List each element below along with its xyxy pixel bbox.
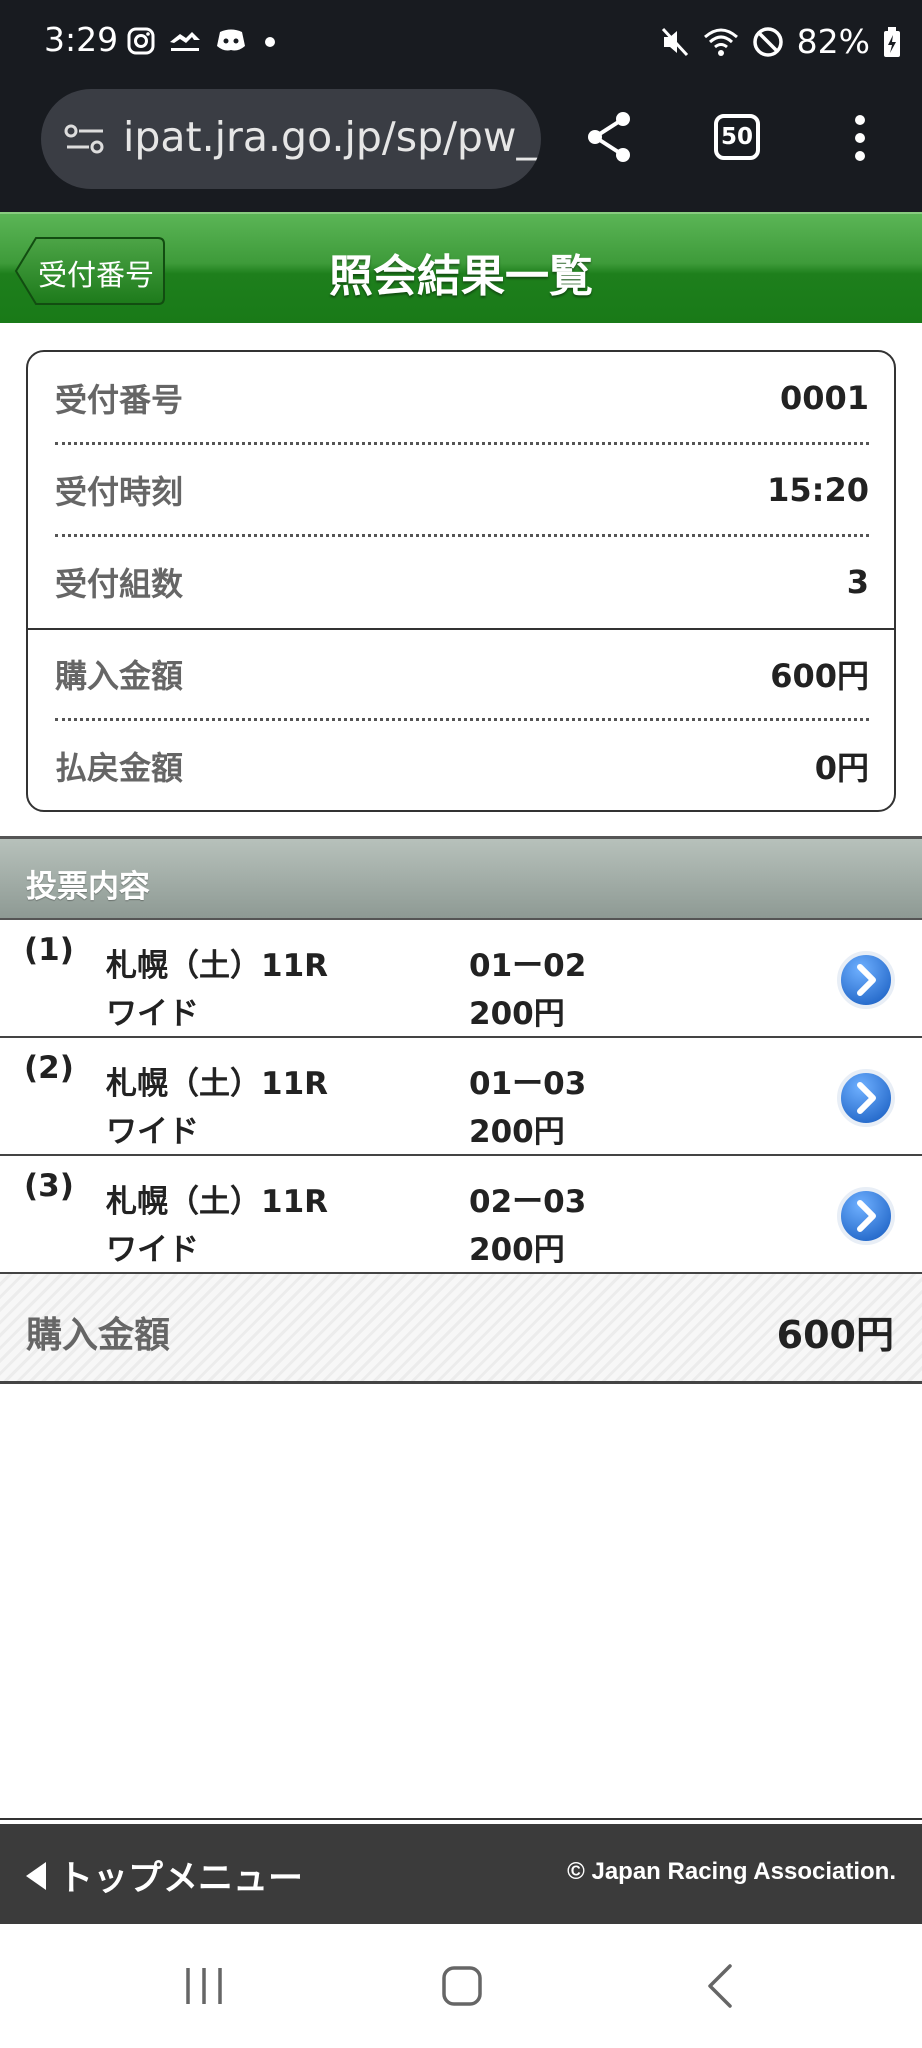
recent-apps-icon[interactable] [182,1964,226,2008]
chevron-right-icon[interactable] [836,1068,896,1128]
dot-icon [265,37,275,47]
battery-percent: 82% [796,22,870,61]
vote-amount: 200円 [469,996,565,1032]
chevron-right-icon[interactable] [836,950,896,1010]
more-options-icon[interactable] [848,114,872,162]
info-row-payout-amount: 払戻金額 0円 [55,749,869,787]
receipt-info-box: 受付番号 0001 受付時刻 15:20 受付組数 3 購入金額 600円 払戻… [26,350,896,812]
status-time: 3:29 [44,20,119,59]
total-label: 購入金額 [26,1315,171,1356]
vote-number: (2) [24,1050,74,1086]
vote-item[interactable]: (2) 札幌（土）11R ワイド 01ー03 200円 [0,1038,922,1156]
copyright: © Japan Racing Association. [567,1858,896,1885]
vote-number: (3) [24,1168,74,1204]
address-bar[interactable]: ipat.jra.go.jp/sp/pw_75 [41,89,541,189]
vote-content-header: 投票内容 [0,836,922,920]
discord-icon [217,29,245,51]
top-menu-link[interactable]: トップメニュー [24,1850,303,1901]
total-summary: 購入金額 600円 [0,1274,922,1384]
dnd-icon [752,26,783,57]
footer-divider [0,1818,922,1822]
vote-content-title: 投票内容 [26,869,150,905]
vote-combination: 02ー03 [469,1184,587,1220]
battery-charging-icon [884,26,900,57]
total-value: 600円 [776,1313,894,1357]
vote-bet-type: ワイド [106,996,199,1032]
back-icon[interactable] [704,1962,736,2010]
info-row-receipt-number: 受付番号 0001 [55,379,869,419]
home-icon[interactable] [440,1964,484,2008]
url-text[interactable]: ipat.jra.go.jp/sp/pw_75 [123,113,541,161]
chevron-right-icon[interactable] [836,1186,896,1246]
site-settings-icon[interactable] [63,121,107,157]
vote-number: (1) [24,932,74,968]
vote-amount: 200円 [469,1114,565,1150]
wifi-icon [703,28,738,56]
status-bar: 3:29 82% [0,0,922,84]
vote-combination: 01ー02 [469,948,587,984]
vote-item[interactable]: (1) 札幌（土）11R ワイド 01ー02 200円 [0,920,922,1038]
netkeiba-icon [170,32,200,51]
info-row-receipt-time: 受付時刻 15:20 [55,471,869,511]
page-title: 照会結果一覧 [329,251,593,302]
system-nav-bar [0,1924,922,2048]
browser-toolbar: ipat.jra.go.jp/sp/pw_75 50 [0,84,922,212]
instagram-icon [127,27,155,55]
triangle-left-icon [26,1861,46,1890]
page-header: 受付番号 照会結果一覧 [0,212,922,323]
mute-icon [661,27,688,56]
info-row-purchase-amount: 購入金額 600円 [55,657,869,695]
info-row-combination-count: 受付組数 3 [55,563,869,603]
vote-bet-type: ワイド [106,1114,199,1150]
vote-race: 札幌（土）11R [106,1066,329,1102]
tab-switcher-button[interactable]: 50 [714,114,760,160]
vote-item[interactable]: (3) 札幌（土）11R ワイド 02ー03 200円 [0,1156,922,1274]
vote-bet-type: ワイド [106,1232,199,1268]
share-icon[interactable] [583,109,635,165]
vote-combination: 01ー03 [469,1066,587,1102]
vote-race: 札幌（土）11R [106,1184,329,1220]
vote-race: 札幌（土）11R [106,948,329,984]
vote-amount: 200円 [469,1232,565,1268]
page-footer: トップメニュー © Japan Racing Association. [0,1824,922,1924]
top-menu-label: トップメニュー [58,1859,304,1899]
